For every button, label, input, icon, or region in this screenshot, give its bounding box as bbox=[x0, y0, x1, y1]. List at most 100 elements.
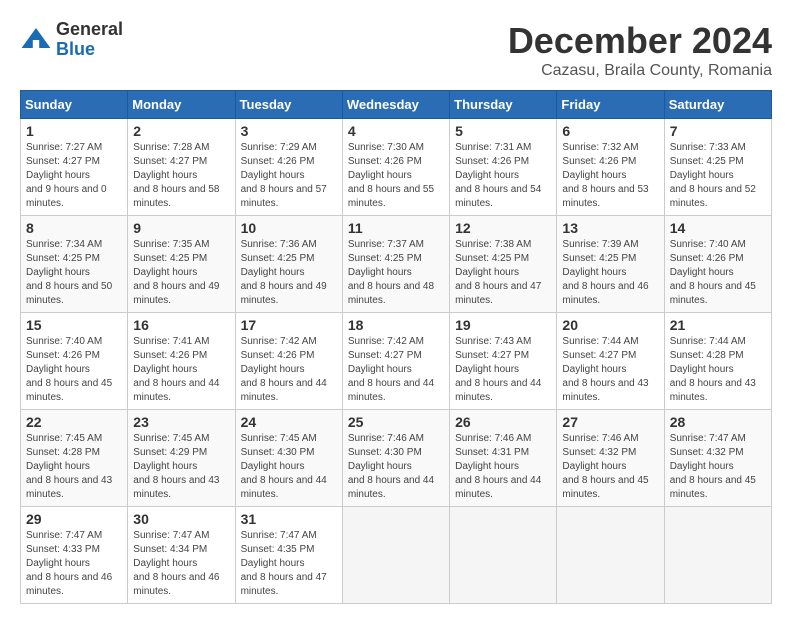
day-number: 1 bbox=[26, 123, 122, 139]
day-number: 27 bbox=[562, 414, 658, 430]
table-row: 30 Sunrise: 7:47 AMSunset: 4:34 PMDaylig… bbox=[128, 507, 235, 604]
table-row bbox=[342, 507, 449, 604]
day-number: 25 bbox=[348, 414, 444, 430]
logo-text: General Blue bbox=[56, 20, 123, 60]
table-row: 17 Sunrise: 7:42 AMSunset: 4:26 PMDaylig… bbox=[235, 313, 342, 410]
day-number: 7 bbox=[670, 123, 766, 139]
day-number: 16 bbox=[133, 317, 229, 333]
calendar-header-row: Sunday Monday Tuesday Wednesday Thursday… bbox=[21, 91, 772, 119]
day-info: Sunrise: 7:47 AMSunset: 4:32 PMDaylight … bbox=[670, 433, 756, 500]
calendar-week-row: 8 Sunrise: 7:34 AMSunset: 4:25 PMDayligh… bbox=[21, 216, 772, 313]
page-container: General Blue December 2024 Cazasu, Brail… bbox=[20, 20, 772, 604]
table-row: 29 Sunrise: 7:47 AMSunset: 4:33 PMDaylig… bbox=[21, 507, 128, 604]
day-info: Sunrise: 7:30 AMSunset: 4:26 PMDaylight … bbox=[348, 142, 434, 209]
day-number: 31 bbox=[241, 511, 337, 527]
calendar-week-row: 29 Sunrise: 7:47 AMSunset: 4:33 PMDaylig… bbox=[21, 507, 772, 604]
day-info: Sunrise: 7:28 AMSunset: 4:27 PMDaylight … bbox=[133, 142, 219, 209]
day-number: 4 bbox=[348, 123, 444, 139]
day-info: Sunrise: 7:33 AMSunset: 4:25 PMDaylight … bbox=[670, 142, 756, 209]
day-number: 22 bbox=[26, 414, 122, 430]
table-row: 31 Sunrise: 7:47 AMSunset: 4:35 PMDaylig… bbox=[235, 507, 342, 604]
calendar-table: Sunday Monday Tuesday Wednesday Thursday… bbox=[20, 90, 772, 604]
day-number: 11 bbox=[348, 220, 444, 236]
table-row: 15 Sunrise: 7:40 AMSunset: 4:26 PMDaylig… bbox=[21, 313, 128, 410]
day-number: 14 bbox=[670, 220, 766, 236]
day-number: 26 bbox=[455, 414, 551, 430]
header-saturday: Saturday bbox=[664, 91, 771, 119]
day-number: 13 bbox=[562, 220, 658, 236]
day-number: 20 bbox=[562, 317, 658, 333]
header-sunday: Sunday bbox=[21, 91, 128, 119]
header-wednesday: Wednesday bbox=[342, 91, 449, 119]
day-number: 15 bbox=[26, 317, 122, 333]
table-row: 25 Sunrise: 7:46 AMSunset: 4:30 PMDaylig… bbox=[342, 410, 449, 507]
day-number: 6 bbox=[562, 123, 658, 139]
day-number: 18 bbox=[348, 317, 444, 333]
day-number: 23 bbox=[133, 414, 229, 430]
table-row: 1 Sunrise: 7:27 AMSunset: 4:27 PMDayligh… bbox=[21, 119, 128, 216]
table-row: 3 Sunrise: 7:29 AMSunset: 4:26 PMDayligh… bbox=[235, 119, 342, 216]
calendar-week-row: 1 Sunrise: 7:27 AMSunset: 4:27 PMDayligh… bbox=[21, 119, 772, 216]
table-row: 26 Sunrise: 7:46 AMSunset: 4:31 PMDaylig… bbox=[450, 410, 557, 507]
day-number: 12 bbox=[455, 220, 551, 236]
day-number: 17 bbox=[241, 317, 337, 333]
day-info: Sunrise: 7:41 AMSunset: 4:26 PMDaylight … bbox=[133, 336, 219, 403]
header: General Blue December 2024 Cazasu, Brail… bbox=[20, 20, 772, 80]
day-number: 10 bbox=[241, 220, 337, 236]
day-info: Sunrise: 7:31 AMSunset: 4:26 PMDaylight … bbox=[455, 142, 541, 209]
day-info: Sunrise: 7:39 AMSunset: 4:25 PMDaylight … bbox=[562, 239, 648, 306]
day-number: 24 bbox=[241, 414, 337, 430]
table-row: 16 Sunrise: 7:41 AMSunset: 4:26 PMDaylig… bbox=[128, 313, 235, 410]
header-monday: Monday bbox=[128, 91, 235, 119]
table-row bbox=[450, 507, 557, 604]
table-row: 7 Sunrise: 7:33 AMSunset: 4:25 PMDayligh… bbox=[664, 119, 771, 216]
day-info: Sunrise: 7:32 AMSunset: 4:26 PMDaylight … bbox=[562, 142, 648, 209]
logo-blue: Blue bbox=[56, 40, 123, 60]
day-info: Sunrise: 7:40 AMSunset: 4:26 PMDaylight … bbox=[670, 239, 756, 306]
location-title: Cazasu, Braila County, Romania bbox=[508, 62, 772, 80]
day-number: 30 bbox=[133, 511, 229, 527]
table-row: 12 Sunrise: 7:38 AMSunset: 4:25 PMDaylig… bbox=[450, 216, 557, 313]
logo-general: General bbox=[56, 20, 123, 40]
table-row bbox=[557, 507, 664, 604]
table-row: 20 Sunrise: 7:44 AMSunset: 4:27 PMDaylig… bbox=[557, 313, 664, 410]
day-info: Sunrise: 7:38 AMSunset: 4:25 PMDaylight … bbox=[455, 239, 541, 306]
day-number: 28 bbox=[670, 414, 766, 430]
table-row: 5 Sunrise: 7:31 AMSunset: 4:26 PMDayligh… bbox=[450, 119, 557, 216]
day-info: Sunrise: 7:47 AMSunset: 4:33 PMDaylight … bbox=[26, 530, 112, 597]
calendar-week-row: 22 Sunrise: 7:45 AMSunset: 4:28 PMDaylig… bbox=[21, 410, 772, 507]
day-info: Sunrise: 7:42 AMSunset: 4:26 PMDaylight … bbox=[241, 336, 327, 403]
table-row: 28 Sunrise: 7:47 AMSunset: 4:32 PMDaylig… bbox=[664, 410, 771, 507]
header-thursday: Thursday bbox=[450, 91, 557, 119]
day-info: Sunrise: 7:36 AMSunset: 4:25 PMDaylight … bbox=[241, 239, 327, 306]
title-section: December 2024 Cazasu, Braila County, Rom… bbox=[508, 20, 772, 80]
day-info: Sunrise: 7:45 AMSunset: 4:28 PMDaylight … bbox=[26, 433, 112, 500]
day-info: Sunrise: 7:27 AMSunset: 4:27 PMDaylight … bbox=[26, 142, 107, 209]
day-number: 29 bbox=[26, 511, 122, 527]
table-row: 23 Sunrise: 7:45 AMSunset: 4:29 PMDaylig… bbox=[128, 410, 235, 507]
table-row: 24 Sunrise: 7:45 AMSunset: 4:30 PMDaylig… bbox=[235, 410, 342, 507]
table-row bbox=[664, 507, 771, 604]
day-info: Sunrise: 7:35 AMSunset: 4:25 PMDaylight … bbox=[133, 239, 219, 306]
day-info: Sunrise: 7:43 AMSunset: 4:27 PMDaylight … bbox=[455, 336, 541, 403]
day-info: Sunrise: 7:42 AMSunset: 4:27 PMDaylight … bbox=[348, 336, 434, 403]
day-info: Sunrise: 7:44 AMSunset: 4:28 PMDaylight … bbox=[670, 336, 756, 403]
day-number: 8 bbox=[26, 220, 122, 236]
header-tuesday: Tuesday bbox=[235, 91, 342, 119]
table-row: 4 Sunrise: 7:30 AMSunset: 4:26 PMDayligh… bbox=[342, 119, 449, 216]
table-row: 27 Sunrise: 7:46 AMSunset: 4:32 PMDaylig… bbox=[557, 410, 664, 507]
logo: General Blue bbox=[20, 20, 123, 60]
day-info: Sunrise: 7:47 AMSunset: 4:34 PMDaylight … bbox=[133, 530, 219, 597]
day-number: 5 bbox=[455, 123, 551, 139]
day-info: Sunrise: 7:44 AMSunset: 4:27 PMDaylight … bbox=[562, 336, 648, 403]
table-row: 21 Sunrise: 7:44 AMSunset: 4:28 PMDaylig… bbox=[664, 313, 771, 410]
day-number: 19 bbox=[455, 317, 551, 333]
table-row: 18 Sunrise: 7:42 AMSunset: 4:27 PMDaylig… bbox=[342, 313, 449, 410]
day-number: 2 bbox=[133, 123, 229, 139]
day-number: 9 bbox=[133, 220, 229, 236]
table-row: 8 Sunrise: 7:34 AMSunset: 4:25 PMDayligh… bbox=[21, 216, 128, 313]
day-info: Sunrise: 7:37 AMSunset: 4:25 PMDaylight … bbox=[348, 239, 434, 306]
header-friday: Friday bbox=[557, 91, 664, 119]
table-row: 10 Sunrise: 7:36 AMSunset: 4:25 PMDaylig… bbox=[235, 216, 342, 313]
day-info: Sunrise: 7:34 AMSunset: 4:25 PMDaylight … bbox=[26, 239, 112, 306]
